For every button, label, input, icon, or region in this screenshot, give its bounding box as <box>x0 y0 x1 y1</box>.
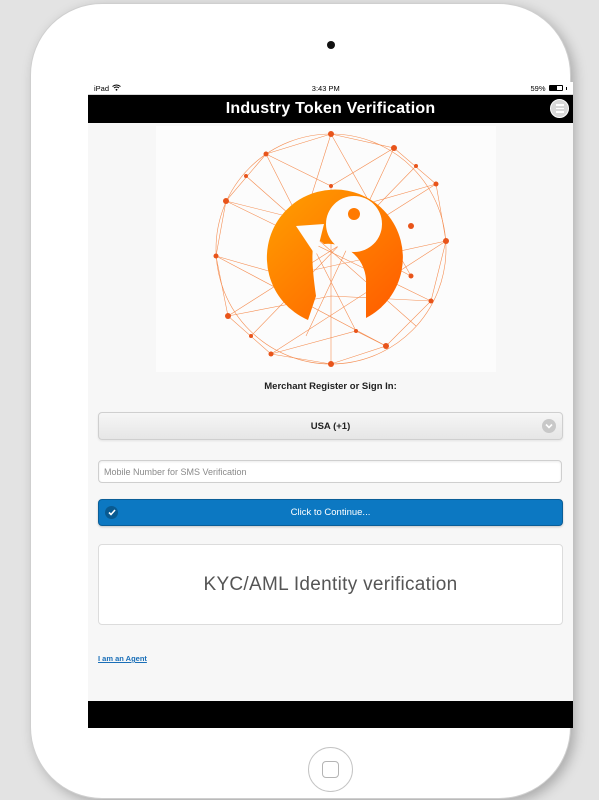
wifi-icon <box>112 84 121 93</box>
menu-icon[interactable] <box>550 99 569 118</box>
home-square-icon <box>322 761 339 778</box>
device-label: iPad <box>94 83 110 93</box>
front-camera <box>327 41 335 49</box>
selected-country: USA (+1) <box>310 420 351 432</box>
page-title: Industry Token Verification <box>225 100 436 117</box>
header-bar: Industry Token Verification <box>88 95 573 123</box>
tablet-frame: iPad 3:43 PM 59% Industry Token Verifica… <box>30 3 573 799</box>
mobile-number-input[interactable] <box>98 460 562 483</box>
chevron-down-icon <box>542 419 556 433</box>
brand-logo <box>156 126 496 372</box>
status-time: 3:43 PM <box>311 83 340 93</box>
check-icon <box>105 506 118 519</box>
country-code-select[interactable]: USA (+1) <box>98 412 563 440</box>
kyc-card-text: KYC/AML Identity verification <box>203 573 458 595</box>
continue-label: Click to Continue... <box>290 507 371 518</box>
home-button[interactable] <box>308 747 353 792</box>
signin-prompt: Merchant Register or Sign In: <box>264 381 397 392</box>
agent-link[interactable]: I am an Agent <box>98 654 147 663</box>
continue-button[interactable]: Click to Continue... <box>98 499 563 526</box>
app-screen: iPad 3:43 PM 59% Industry Token Verifica… <box>88 82 573 728</box>
battery-icon <box>548 85 563 91</box>
battery-percent: 59% <box>530 83 546 93</box>
network-sphere-logo <box>213 131 449 367</box>
status-bar: iPad 3:43 PM 59% <box>88 82 573 95</box>
footer-bar <box>88 701 573 728</box>
kyc-verification-card[interactable]: KYC/AML Identity verification <box>98 544 563 625</box>
